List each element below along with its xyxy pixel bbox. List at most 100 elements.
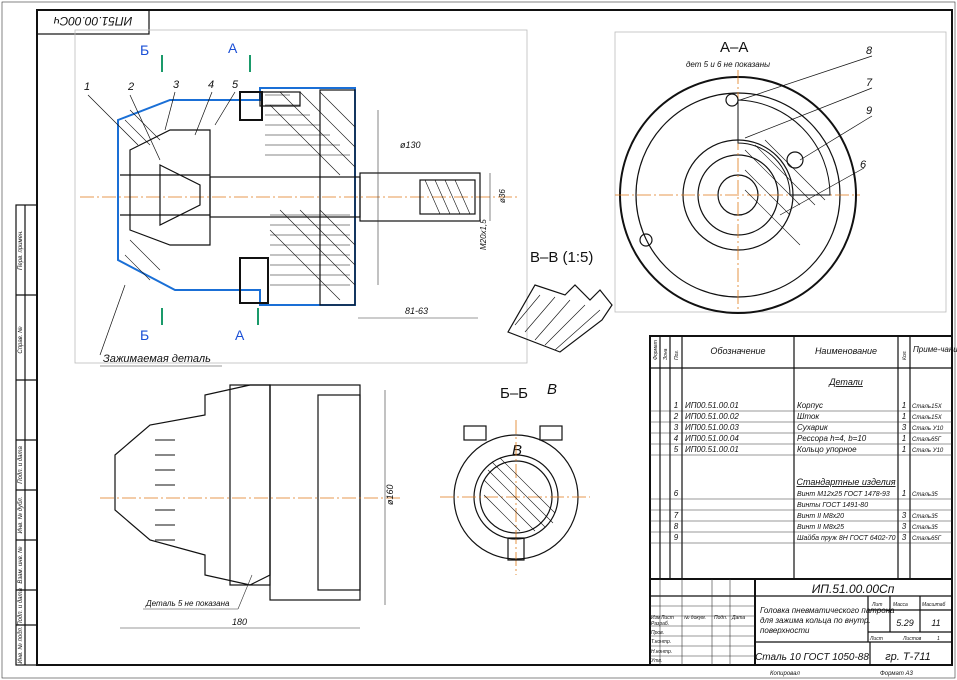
- section-mark: Б: [140, 327, 149, 343]
- section-mark: В: [512, 442, 522, 459]
- spec-pos: 7: [674, 511, 679, 520]
- section-bb-view: Б–Б В В: [440, 381, 590, 575]
- title-role: Разраб.: [651, 621, 669, 627]
- spec-note: Сталь65Г: [912, 437, 942, 443]
- spec-name: Винт II М8х25: [797, 524, 844, 531]
- side-strip-label: Подп. и дата: [18, 588, 24, 626]
- section-mark: В: [547, 381, 557, 398]
- spec-name: Винт М12х25 ГОСТ 1478-93: [797, 491, 890, 498]
- title-role: Подп.: [714, 615, 727, 621]
- section-title: А–А: [720, 39, 748, 56]
- side-strip: Перв. примен. Справ. № Подп. и дата Инв.…: [15, 204, 38, 666]
- spec-qty: 1: [902, 445, 906, 454]
- spec-designation: ИП00.51.00.04: [685, 434, 739, 443]
- title-block: Изм Лист № докум. Подп. Дата Разраб. Про…: [649, 578, 953, 677]
- leader-number: 4: [208, 79, 214, 91]
- spec-section: Стандартные изделия: [796, 477, 895, 487]
- title-role: Дата: [731, 615, 745, 621]
- spec-qty: 1: [902, 434, 906, 443]
- view-boundary-aa: [614, 31, 947, 313]
- leader-number: 7: [866, 77, 873, 89]
- spec-note: Сталь35: [912, 514, 938, 520]
- title-label: Листов: [902, 636, 922, 642]
- scale-value: 11: [931, 618, 940, 628]
- dimension: ø36: [498, 189, 507, 203]
- side-strip-label: Взам. инв. №: [17, 546, 24, 584]
- spec-header: Формат: [653, 340, 659, 360]
- technical-drawing: ИП51.00.00Сч Перв. примен. Справ. № Подп…: [1, 1, 957, 679]
- spec-note: Сталь У10: [912, 426, 944, 432]
- title-role: Н.контр.: [651, 649, 672, 655]
- leader-number: 1: [84, 81, 90, 93]
- section-title: В–В (1:5): [530, 249, 593, 266]
- title-label: Масса: [893, 602, 908, 608]
- doc-code: ИП.51.00.00Сп: [812, 582, 895, 596]
- title-role: № докум.: [684, 615, 706, 621]
- spec-qty: 1: [902, 489, 906, 498]
- copied-label: Копировал: [770, 671, 800, 677]
- section-aa-view: А–А дет 5 и 6 не показаны 8 7 9 6: [615, 39, 873, 314]
- spec-qty: 3: [902, 522, 907, 531]
- spec-header: Приме-чание: [913, 345, 957, 354]
- spec-designation: ИП00.51.00.01: [685, 445, 739, 454]
- spec-name: Кольцо упорное: [797, 445, 857, 454]
- view-boundary-main: [74, 29, 528, 364]
- group: гр. Т-711: [885, 651, 931, 663]
- title-label: Лит: [871, 602, 882, 608]
- spec-note: Сталь35: [912, 492, 938, 498]
- main-section-view: Б А Б А 1 2 3 4 5 Зажимаемая деталь ø130…: [80, 40, 520, 367]
- spec-header: Зона: [663, 348, 669, 360]
- spec-pos: 1: [674, 401, 678, 410]
- spec-note: Сталь65Г: [912, 536, 942, 542]
- spec-note: Сталь15Х: [912, 415, 943, 421]
- bottom-view: ø160 180 Деталь 5 не показана: [100, 384, 400, 629]
- section-note: дет 5 и 6 не показаны: [686, 60, 770, 69]
- spec-name: Винт II М8х20: [797, 513, 844, 520]
- section-mark: А: [228, 40, 238, 56]
- spec-name: Шайба пруж 8Н ГОСТ 6402-70: [797, 534, 896, 542]
- format-label: Формат А3: [880, 671, 913, 677]
- spec-section: Детали: [828, 377, 863, 387]
- dimension: ø160: [385, 484, 395, 505]
- leader-number: 6: [860, 159, 867, 171]
- spec-qty: 3: [902, 533, 907, 542]
- spec-qty: 1: [902, 412, 906, 421]
- spec-header: Кол.: [902, 350, 908, 360]
- spec-name: Шток: [797, 412, 820, 421]
- spec-pos: 2: [673, 412, 679, 421]
- spec-pos: 8: [674, 522, 679, 531]
- section-title: Б–Б: [500, 385, 528, 402]
- leader-number: 3: [173, 79, 180, 91]
- spec-note: Сталь35: [912, 525, 938, 531]
- doc-title: Головка пневматического патрона для зажим…: [760, 606, 895, 635]
- side-strip-label: Инв. № подл.: [17, 626, 24, 663]
- leader-number: 5: [232, 79, 239, 91]
- spec-qty: 3: [902, 423, 907, 432]
- side-strip-label: Перв. примен.: [18, 230, 24, 270]
- clamped-part-note: Зажимаемая деталь: [103, 353, 211, 365]
- side-strip-label: Справ. №: [17, 326, 24, 354]
- sheet-frame: [36, 9, 953, 666]
- spec-designation: ИП00.51.00.02: [685, 412, 739, 421]
- spec-note: Сталь15Х: [912, 404, 943, 410]
- material: Сталь 10 ГОСТ 1050-88: [755, 652, 869, 663]
- spec-pos: 6: [674, 489, 679, 498]
- spec-pos: 5: [674, 445, 679, 454]
- dimension: M20x1,5: [479, 219, 488, 250]
- title-label: Масштаб: [922, 602, 946, 608]
- hidden-part-note: Деталь 5 не показана: [145, 599, 230, 608]
- title-role: Т.контр.: [651, 639, 671, 645]
- spec-header: Наименование: [815, 346, 877, 356]
- spec-name: Винты ГОСТ 1491-80: [797, 502, 868, 509]
- title-role: Пров.: [651, 630, 664, 636]
- top-stamp-text: ИП51.00.00Сч: [54, 14, 133, 28]
- spec-name: Сухарик: [797, 423, 829, 432]
- spec-header: Поз.: [674, 350, 680, 360]
- spec-qty: 1: [902, 401, 906, 410]
- leader-number: 2: [127, 81, 134, 93]
- dimension: ø130: [400, 140, 421, 150]
- spec-header: Обозначение: [710, 346, 765, 356]
- spec-pos: 3: [674, 423, 679, 432]
- leader-number: 8: [866, 45, 873, 57]
- spec-designation: ИП00.51.00.01: [685, 401, 739, 410]
